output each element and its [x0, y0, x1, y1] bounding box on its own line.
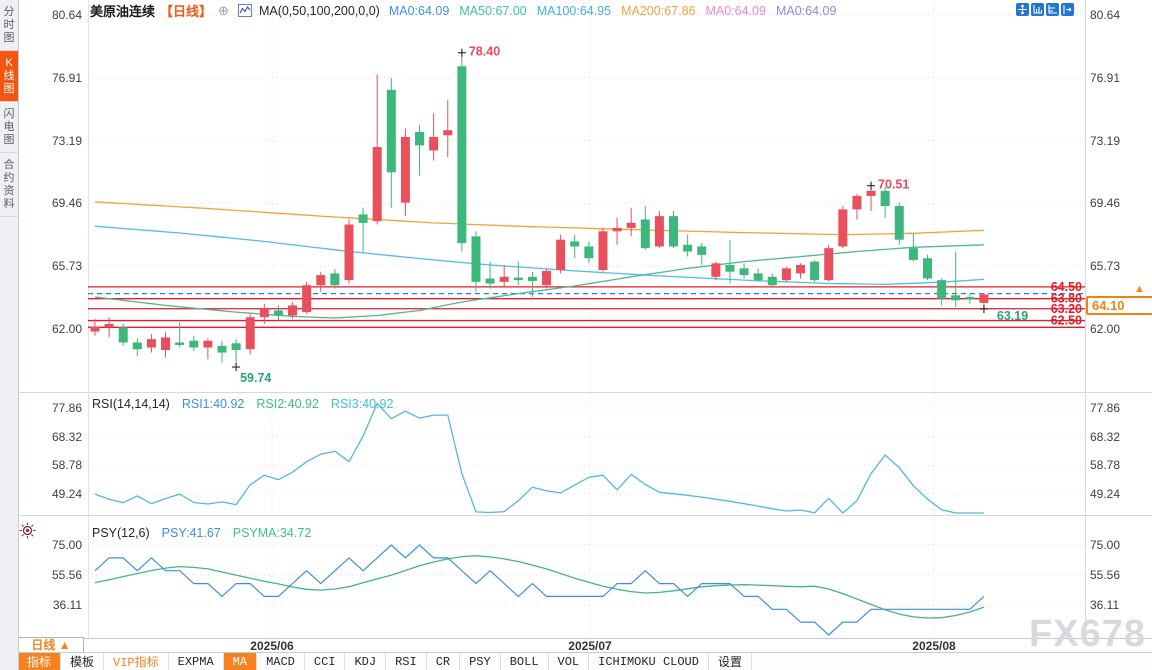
extreme-cross-marker [867, 182, 875, 190]
extreme-cross-marker [458, 49, 466, 57]
axis-label-right-73.19: 73.19 [1090, 134, 1150, 148]
axis-label-left-62.00: 62.00 [18, 322, 82, 336]
axis-label-left-58.78: 58.78 [18, 458, 82, 472]
toolbar-item-模板[interactable]: 模板 [61, 653, 104, 670]
level-line-label: 62.50 [1051, 314, 1082, 328]
main-candlestick-panel[interactable]: 59.7478.4070.5163.1964.5063.8063.2062.50 [88, 0, 1085, 393]
month-label-2025/08: 2025/08 [904, 639, 964, 653]
axis-label-right-77.86: 77.86 [1090, 401, 1150, 415]
axis-label-right-65.73: 65.73 [1090, 259, 1150, 273]
timeframe-tag[interactable]: 【日线】 [160, 1, 212, 20]
axis-label-right-69.46: 69.46 [1090, 196, 1150, 210]
toolbar-item-PSY[interactable]: PSY [460, 653, 501, 670]
axis-label-left-65.73: 65.73 [18, 259, 82, 273]
axis-label-right-49.24: 49.24 [1090, 487, 1150, 501]
toolbar-item-设置[interactable]: 设置 [709, 653, 752, 670]
axis-label-right-80.64: 80.64 [1090, 8, 1150, 22]
axis-label-right-55.56: 55.56 [1090, 568, 1150, 582]
ma-value-3: MA100:64.95 [537, 4, 611, 18]
axis-label-left-55.56: 55.56 [18, 568, 82, 582]
rsi-value-3: RSI3:40.92 [331, 397, 394, 411]
chart-style-icon[interactable] [238, 4, 252, 17]
toolbar-item-EXPMA[interactable]: EXPMA [169, 653, 224, 670]
add-indicator-icon[interactable]: ⊕ [218, 3, 229, 19]
axis-label-left-69.46: 69.46 [18, 196, 82, 210]
rsi-value-1: RSI1:40.92 [182, 397, 245, 411]
axis-label-right-36.11: 36.11 [1090, 598, 1150, 612]
price-up-arrow-icon: ▲ [1134, 284, 1145, 294]
axis-label-left-68.32: 68.32 [18, 430, 82, 444]
sidebar-tab-4[interactable]: 合约资料 [0, 153, 18, 217]
trading-app-window: 分时图K线图闪电图合约资料 59.7478.4070.5163.1964.506… [0, 0, 1152, 670]
toolbar-item-BOLL[interactable]: BOLL [501, 653, 549, 670]
toolbar-item-MA[interactable]: MA [224, 653, 257, 670]
toolbar-item-VIP指标[interactable]: VIP指标 [104, 653, 169, 670]
ma-value-1: MA0:64.09 [389, 4, 449, 18]
axis-label-right-62.00: 62.00 [1090, 322, 1150, 336]
psy-value-2: PSYMA:34.72 [233, 526, 312, 540]
sidebar: 分时图K线图闪电图合约资料 [0, 0, 19, 670]
axis-label-left-49.24: 49.24 [18, 487, 82, 501]
instrument-title: 美原油连续 [90, 1, 155, 20]
ma-value-4: MA200:67.86 [621, 4, 695, 18]
axis-label-right-68.32: 68.32 [1090, 430, 1150, 444]
rsi-panel[interactable] [88, 393, 1085, 515]
pan-icon[interactable] [1016, 3, 1029, 16]
toolbar-item-CCI[interactable]: CCI [305, 653, 346, 670]
rsi-value-2: RSI2:40.92 [256, 397, 319, 411]
sidebar-tab-1[interactable]: 分时图 [0, 0, 18, 51]
sidebar-tab-2[interactable]: K线图 [0, 51, 18, 102]
ma-value-2: MA50:67.00 [459, 4, 526, 18]
rsi-psy-divider [18, 515, 1152, 516]
price-marker-label: 70.51 [878, 178, 909, 192]
toolbar-item-KDJ[interactable]: KDJ [345, 653, 386, 670]
toolbar-item-ICHIMOKU CLOUD[interactable]: ICHIMOKU CLOUD [589, 653, 709, 670]
ma-value-5: MA0:64.09 [705, 4, 765, 18]
toolbar-item-MACD[interactable]: MACD [257, 653, 305, 670]
axis-label-right-75.00: 75.00 [1090, 538, 1150, 552]
current-price-box[interactable]: 64.10 [1086, 296, 1152, 315]
axis-label-left-77.86: 77.86 [18, 401, 82, 415]
indicator-toolbar: 指标模板VIP指标EXPMAMAMACDCCIKDJRSICRPSYBOLLVO… [18, 652, 1152, 670]
extreme-cross-marker [980, 305, 988, 313]
chart-window-controls [1016, 3, 1074, 16]
toolbar-item-VOL[interactable]: VOL [549, 653, 590, 670]
psy-values: PSY:41.67 PSYMA:34.72 [162, 526, 312, 540]
main-rsi-divider [18, 392, 1152, 393]
toolbar-item-指标[interactable]: 指标 [18, 653, 61, 670]
month-label-2025/06: 2025/06 [242, 639, 302, 653]
psy-formula[interactable]: PSY(12,6) [92, 526, 150, 540]
ma-values: MA0:64.09 MA50:67.00 MA100:64.95 MA200:67.8… [389, 4, 837, 18]
extreme-cross-marker [232, 363, 240, 371]
go-latest-icon[interactable] [1061, 3, 1074, 16]
price-marker-label: 59.74 [240, 371, 271, 385]
rsi-values: RSI1:40.92 RSI2:40.92 RSI3:40.92 [182, 397, 394, 411]
axis-label-left-76.91: 76.91 [18, 71, 82, 85]
price-marker-label: 78.40 [469, 45, 500, 59]
rsi-header: RSI(14,14,14) RSI1:40.92 RSI2:40.92 RSI3:4… [92, 396, 393, 411]
ma-value-6: MA0:64.09 [776, 4, 836, 18]
plot-right-border [1085, 0, 1086, 638]
time-axis-row: 日线 ▲ 2025/062025/072025/08 [18, 638, 1152, 653]
toolbar-item-CR[interactable]: CR [427, 653, 460, 670]
axis-label-right-76.91: 76.91 [1090, 71, 1150, 85]
ma-formula: MA(0,50,100,200,0,0) [259, 4, 380, 18]
month-label-2025/07: 2025/07 [560, 639, 620, 653]
rsi-formula[interactable]: RSI(14,14,14) [92, 397, 170, 411]
axis-label-left-73.19: 73.19 [18, 134, 82, 148]
toolbar-item-RSI[interactable]: RSI [386, 653, 427, 670]
chart-header: 美原油连续 【日线】 ⊕ MA(0,50,100,200,0,0) MA0:64… [90, 2, 836, 19]
axis-label-left-80.64: 80.64 [18, 8, 82, 22]
time-scale-icon[interactable] [1046, 3, 1059, 16]
indicator-settings-icon[interactable] [19, 522, 36, 544]
price-scale-icon[interactable] [1031, 3, 1044, 16]
axis-label-left-36.11: 36.11 [18, 598, 82, 612]
sidebar-tab-3[interactable]: 闪电图 [0, 102, 18, 153]
price-marker-label: 63.19 [997, 309, 1028, 323]
psy-header: PSY(12,6) PSY:41.67 PSYMA:34.72 [92, 525, 311, 540]
psy-value-1: PSY:41.67 [162, 526, 221, 540]
axis-label-right-58.78: 58.78 [1090, 458, 1150, 472]
